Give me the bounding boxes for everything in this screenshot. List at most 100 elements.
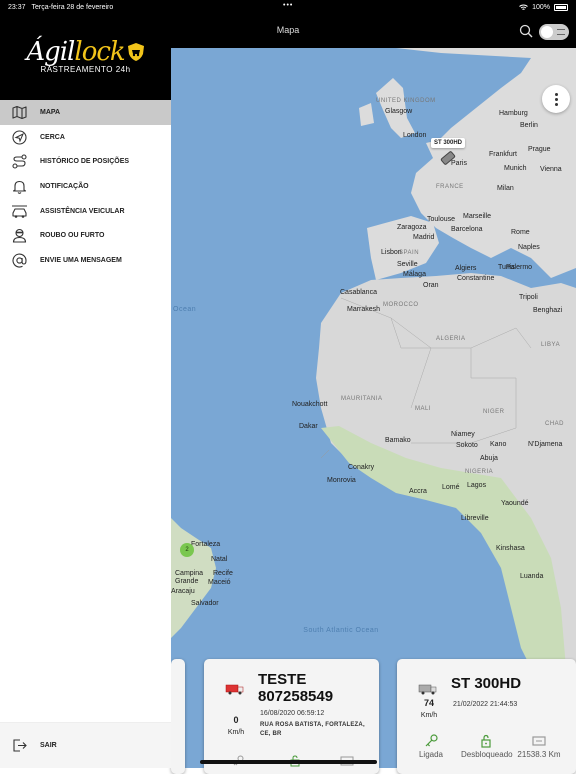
logo-text-accent: lock <box>74 36 125 67</box>
map-label: Glasgow <box>385 108 413 115</box>
map-label: Recife <box>213 570 233 577</box>
logout-button[interactable]: SAIR <box>0 722 171 768</box>
map-label: SPAIN <box>399 250 420 256</box>
logo: Ágillock <box>26 37 144 67</box>
menu-item-mensagem[interactable]: ENVIE UMA MENSAGEM <box>0 248 171 273</box>
navigation-icon <box>12 129 27 145</box>
odometer-label: 21538.3 Km <box>517 750 561 759</box>
map-label: Abuja <box>480 455 498 462</box>
map-label: Madrid <box>413 234 435 241</box>
menu-item-label: ASSISTÊNCIA VEICULAR <box>40 207 125 215</box>
map-label: Munich <box>504 165 527 172</box>
map-label: Hamburg <box>499 110 528 117</box>
map-label: Zaragoza <box>397 224 427 231</box>
vehicle-marker-label[interactable]: ST 300HD <box>431 138 466 148</box>
brand-tagline: RASTREAMENTO 24h <box>40 64 131 74</box>
vehicle-cluster[interactable]: 2 <box>180 543 194 557</box>
map-view-toggle[interactable] <box>539 24 569 40</box>
map-label: Libreville <box>461 515 489 522</box>
menu-item-label: ROUBO OU FURTO <box>40 232 105 240</box>
menu-item-historico[interactable]: HISTÓRICO DE POSIÇÕES <box>0 149 171 174</box>
map-label: Kano <box>490 441 507 448</box>
map-label: Rome <box>511 229 530 236</box>
map-label: MALI <box>415 406 432 412</box>
map-label: Fortaleza <box>191 541 221 548</box>
vehicle-name: ST 300HD <box>451 675 522 692</box>
map-label: Milan <box>497 185 514 192</box>
wifi-icon <box>519 4 528 10</box>
menu-item-label: HISTÓRICO DE POSIÇÕES <box>40 158 130 166</box>
map-label: Dakar <box>299 423 318 430</box>
key-icon <box>425 734 438 747</box>
ocean-label: Ocean <box>173 306 197 313</box>
map-label: Toulouse <box>427 216 456 223</box>
menu-item-label: NOTIFICAÇÃO <box>40 182 89 190</box>
map-label: Nouakchott <box>292 401 328 408</box>
map-label: London <box>403 132 427 139</box>
map-label: Natal <box>211 556 228 563</box>
menu-item-roubo[interactable]: ROUBO OU FURTO <box>0 223 171 248</box>
map-label: Barcelona <box>451 226 483 233</box>
logout-icon <box>13 739 27 752</box>
map-label: Oran <box>423 282 439 289</box>
map-label: Kinshasa <box>496 545 525 552</box>
vehicle-address: RUA ROSA BATISTA, FORTALEZA, CE, BR <box>260 722 365 737</box>
truck-icon <box>418 684 437 695</box>
vehicle-speed: 0 <box>233 715 239 725</box>
toggle-knob <box>541 26 553 38</box>
bell-icon <box>12 180 27 194</box>
battery-percent: 100% <box>532 3 550 11</box>
menu-item-assistencia[interactable]: ASSISTÊNCIA VEICULAR <box>0 199 171 224</box>
side-menu: MAPA CERCA HISTÓRICO DE POSIÇÕES NOTIFIC… <box>0 100 171 273</box>
odometer-status: 21538.3 Km <box>517 734 561 759</box>
map-label: Benghazi <box>533 307 563 314</box>
battery-icon <box>554 3 568 11</box>
map-label: NIGERIA <box>465 469 494 475</box>
vehicle-card[interactable]: TESTE 807258549 0 Km/h 16/08/2020 06:59:… <box>204 659 379 774</box>
menu-item-notificacao[interactable]: NOTIFICAÇÃO <box>0 174 171 199</box>
brand-header: Ágillock RASTREAMENTO 24h <box>0 0 171 100</box>
last-update: 16/08/2020 06:59:12 <box>260 710 325 717</box>
thief-icon <box>12 229 27 243</box>
vehicle-speed: 74 <box>423 698 434 708</box>
at-icon <box>12 253 27 268</box>
last-update: 21/02/2022 21:44:53 <box>453 701 518 708</box>
map-label: Bamako <box>385 437 411 444</box>
map-label: Berlin <box>520 122 538 129</box>
map-label: Lagos <box>467 482 487 489</box>
page-title: Mapa <box>276 25 300 35</box>
shield-logo-icon <box>127 42 144 61</box>
map-label: Prague <box>528 146 551 153</box>
map-label: FRANCE <box>436 184 464 190</box>
vehicle-card[interactable]: ST 300HD 74 Km/h 21/02/2022 21:44:53 Lig… <box>397 659 576 774</box>
map-label: Tripoli <box>519 294 538 301</box>
map-label: Marrakesh <box>347 306 381 313</box>
vehicle-card-partial[interactable] <box>171 659 185 774</box>
multitask-dots[interactable]: ••• <box>283 2 293 9</box>
status-time: 23:37 <box>8 3 26 11</box>
logo-text-main: Ágil <box>26 36 75 67</box>
menu-item-mapa[interactable]: MAPA <box>0 100 171 125</box>
menu-item-cerca[interactable]: CERCA <box>0 125 171 150</box>
map-label: Algiers <box>455 265 477 272</box>
menu-item-label: ENVIE UMA MENSAGEM <box>40 256 122 264</box>
list-icon <box>557 29 565 35</box>
map-label: Lomé <box>442 484 460 491</box>
search-icon[interactable] <box>519 24 533 38</box>
status-date: Terça-feira 28 de fevereiro <box>31 3 114 11</box>
ignition-label: Ligada <box>418 750 444 759</box>
map-label: UNITED KINGDOM <box>376 98 436 104</box>
menu-item-label: MAPA <box>40 108 61 116</box>
map-label: N'Djamena <box>528 441 563 448</box>
map-label: Casablanca <box>340 289 377 296</box>
map-label: Conakry <box>348 464 375 471</box>
more-options-button[interactable] <box>542 85 570 113</box>
map-label: LIBYA <box>541 342 561 348</box>
status-bar: 23:37 Terça-feira 28 de fevereiro ••• 10… <box>0 0 576 14</box>
ocean-label: South Atlantic Ocean <box>303 627 379 634</box>
map-label: Marseille <box>463 213 492 220</box>
map-label: Niamey <box>451 431 475 438</box>
map-label: Tunis <box>498 264 515 271</box>
home-indicator[interactable] <box>200 760 377 764</box>
map-label: Naples <box>518 244 540 251</box>
